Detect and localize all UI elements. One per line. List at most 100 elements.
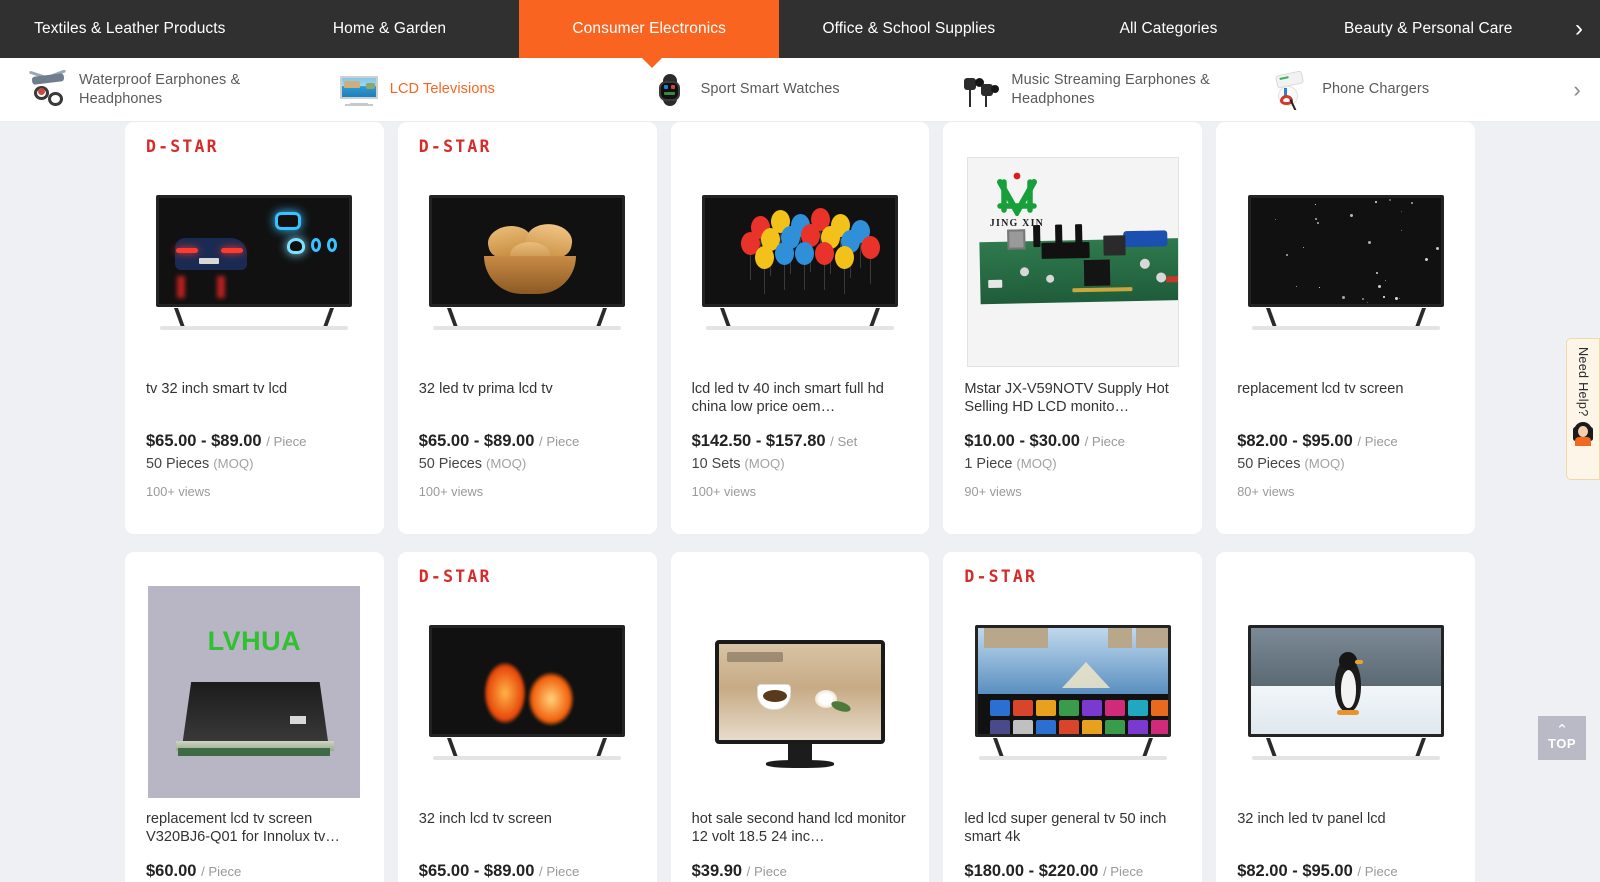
price-unit: / Piece <box>266 434 306 449</box>
nav-item-home-garden[interactable]: Home & Garden <box>260 0 520 58</box>
smart-watch-icon <box>648 70 692 110</box>
subnav-item-waterproof-earphones[interactable]: Waterproof Earphones & Headphones <box>0 58 311 121</box>
price-value: $65.00 - $89.00 <box>146 432 262 450</box>
product-title: replacement lcd tv screen V320BJ6-Q01 fo… <box>146 810 363 848</box>
nav-item-label: Office & School Supplies <box>822 20 995 38</box>
product-card[interactable]: JING XIN Mstar JX-V59NOTV Supply Hot Sel… <box>943 122 1202 534</box>
product-price: $180.00 - $220.00 / Piece <box>964 862 1181 881</box>
product-title: led lcd super general tv 50 inch smart 4… <box>964 810 1181 848</box>
subnav-item-sport-smart-watches[interactable]: Sport Smart Watches <box>622 58 933 121</box>
product-card[interactable]: hot sale second hand lcd monitor 12 volt… <box>671 552 930 882</box>
phone-charger-icon <box>1269 70 1313 110</box>
product-image <box>419 594 636 790</box>
price-unit: / Set <box>830 434 857 449</box>
subnav-item-phone-chargers[interactable]: Phone Chargers <box>1243 58 1554 121</box>
product-grid-container: D-STAR tv 32 inch smart tv lcd $65.00 - … <box>0 122 1600 882</box>
product-price: $65.00 - $89.00 / Piece <box>146 432 363 451</box>
product-image <box>1237 164 1454 360</box>
product-image <box>146 164 363 360</box>
need-help-label: Need Help? <box>1566 347 1600 417</box>
moq-label: (MOQ) <box>213 456 253 471</box>
subnav-item-label: Sport Smart Watches <box>701 80 840 99</box>
product-price: $39.90 / Piece <box>692 862 909 881</box>
nav-item-beauty-personal-care[interactable]: Beauty & Personal Care <box>1298 0 1558 58</box>
need-help-widget[interactable]: Need Help? <box>1566 338 1600 480</box>
nav-item-label: All Categories <box>1120 20 1218 38</box>
product-price: $10.00 - $30.00 / Piece <box>964 432 1181 451</box>
nav-item-label: Textiles & Leather Products <box>34 20 225 38</box>
product-card[interactable]: lcd led tv 40 inch smart full hd china l… <box>671 122 930 534</box>
price-value: $10.00 - $30.00 <box>964 432 1080 450</box>
subnav-next-arrow-icon[interactable]: › <box>1554 58 1600 121</box>
product-card[interactable]: replacement lcd tv screen $82.00 - $95.0… <box>1216 122 1475 534</box>
chevron-right-glyph: › <box>1573 77 1580 103</box>
price-unit: / Piece <box>1357 864 1397 879</box>
product-moq: 10 Sets (MOQ) <box>692 456 909 472</box>
product-moq: 1 Piece (MOQ) <box>964 456 1181 472</box>
product-image <box>1237 594 1454 790</box>
product-brand: D-STAR <box>146 136 363 162</box>
product-card[interactable]: D-STAR 32 inch lcd tv screen $65.00 - $8… <box>398 552 657 882</box>
product-card[interactable]: D-STAR tv 32 inch smart tv lcd $65.00 - … <box>125 122 384 534</box>
product-title: 32 led tv prima lcd tv <box>419 380 636 418</box>
moq-quantity: 50 Pieces <box>1237 456 1300 472</box>
subnav-item-label: Music Streaming Earphones & Headphones <box>1011 71 1225 109</box>
nav-item-label: Consumer Electronics <box>572 20 726 38</box>
product-brand: D-STAR <box>964 566 1181 592</box>
price-unit: / Piece <box>1103 864 1143 879</box>
nav-item-consumer-electronics[interactable]: Consumer Electronics <box>519 0 779 58</box>
product-price: $65.00 - $89.00 / Piece <box>419 862 636 881</box>
earbuds-icon <box>958 70 1002 110</box>
subnav-item-music-streaming-earphones[interactable]: Music Streaming Earphones & Headphones <box>932 58 1243 121</box>
product-views: 100+ views <box>146 484 363 499</box>
product-brand: D-STAR <box>419 566 636 592</box>
price-value: $65.00 - $89.00 <box>419 862 535 880</box>
subcategory-nav: Waterproof Earphones & Headphones LCD Te… <box>0 58 1600 122</box>
scroll-to-top-button[interactable]: ⌃ TOP <box>1538 716 1586 760</box>
price-unit: / Piece <box>539 864 579 879</box>
scroll-to-top-label: TOP <box>1548 736 1576 752</box>
product-card[interactable]: D-STAR led lcd super general tv 50 inch … <box>943 552 1202 882</box>
product-image <box>692 594 909 790</box>
nav-next-arrow-icon[interactable]: › <box>1558 0 1600 58</box>
subnav-item-label: LCD Televisions <box>390 80 495 99</box>
drone-earphones-icon <box>26 70 70 110</box>
nav-item-label: Home & Garden <box>333 20 446 38</box>
product-views: 100+ views <box>419 484 636 499</box>
support-agent-avatar-icon <box>1572 422 1594 446</box>
product-image: LVHUA <box>146 594 363 790</box>
nav-item-all-categories[interactable]: All Categories <box>1039 0 1299 58</box>
product-image <box>964 594 1181 790</box>
price-value: $82.00 - $95.00 <box>1237 862 1353 880</box>
chevron-up-icon: ⌃ <box>1556 725 1569 736</box>
product-title: tv 32 inch smart tv lcd <box>146 380 363 418</box>
product-views: 80+ views <box>1237 484 1454 499</box>
price-unit: / Piece <box>747 864 787 879</box>
product-image <box>419 164 636 360</box>
product-card[interactable]: LVHUA replacement lcd tv screen V320BJ6-… <box>125 552 384 882</box>
product-card[interactable]: D-STAR 32 led tv prima lcd tv $65.00 - $… <box>398 122 657 534</box>
product-views: 90+ views <box>964 484 1181 499</box>
product-views: 100+ views <box>692 484 909 499</box>
product-title: replacement lcd tv screen <box>1237 380 1454 418</box>
product-title: hot sale second hand lcd monitor 12 volt… <box>692 810 909 848</box>
product-moq: 50 Pieces (MOQ) <box>146 456 363 472</box>
product-card[interactable]: 32 inch led tv panel lcd $82.00 - $95.00… <box>1216 552 1475 882</box>
price-value: $82.00 - $95.00 <box>1237 432 1353 450</box>
price-unit: / Piece <box>1357 434 1397 449</box>
subnav-item-lcd-televisions[interactable]: LCD Televisions <box>311 58 622 121</box>
product-image: JING XIN <box>964 164 1181 360</box>
product-price: $82.00 - $95.00 / Piece <box>1237 432 1454 451</box>
moq-quantity: 10 Sets <box>692 456 741 472</box>
subnav-item-label: Waterproof Earphones & Headphones <box>79 71 293 109</box>
moq-label: (MOQ) <box>744 456 784 471</box>
jing-xin-logo-icon <box>994 172 1040 216</box>
product-price: $60.00 / Piece <box>146 862 363 881</box>
price-value: $180.00 - $220.00 <box>964 862 1098 880</box>
nav-item-textiles[interactable]: Textiles & Leather Products <box>0 0 260 58</box>
moq-label: (MOQ) <box>486 456 526 471</box>
price-value: $65.00 - $89.00 <box>419 432 535 450</box>
primary-category-nav: Textiles & Leather Products Home & Garde… <box>0 0 1600 58</box>
price-unit: / Piece <box>1085 434 1125 449</box>
nav-item-office-school[interactable]: Office & School Supplies <box>779 0 1039 58</box>
